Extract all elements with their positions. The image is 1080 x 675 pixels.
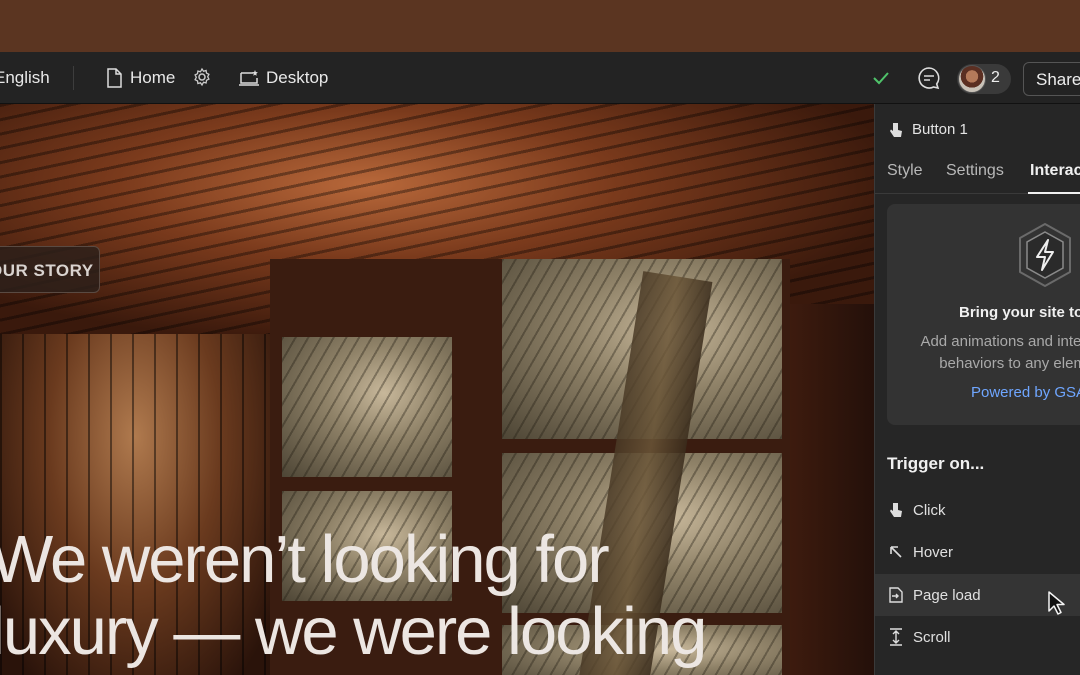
- trigger-hover[interactable]: Hover: [875, 531, 1080, 573]
- toolbar-divider: [73, 66, 74, 90]
- headline-line-1: We weren’t looking for: [0, 522, 610, 597]
- mouse-cursor-icon: [1047, 590, 1067, 616]
- page-settings-gear-icon[interactable]: [192, 67, 212, 87]
- window-pane: [282, 337, 452, 477]
- selected-element: Button 1: [889, 121, 968, 138]
- active-tab-indicator: [1028, 192, 1080, 194]
- panel-tabs: Style Settings Interactions: [875, 152, 1080, 194]
- wall-image-region-right: [790, 304, 874, 675]
- hero-headline[interactable]: We weren’t looking for luxury — we were …: [0, 522, 707, 669]
- trigger-heading: Trigger on...: [887, 454, 985, 473]
- tab-settings[interactable]: Settings: [946, 162, 1004, 180]
- trigger-scroll[interactable]: Scroll: [875, 616, 1080, 658]
- breakpoint-selector[interactable]: Desktop: [238, 66, 328, 90]
- arrow-up-left-icon: [890, 546, 902, 558]
- promo-description: Add animations and interactive behaviors…: [903, 331, 1080, 375]
- interactions-promo-card: Bring your site to life Add animations a…: [887, 204, 1080, 425]
- trigger-label: Hover: [913, 543, 954, 561]
- page-load-icon: [889, 587, 903, 603]
- selected-element-name: Button 1: [912, 121, 968, 138]
- share-button[interactable]: Share: [1023, 62, 1080, 96]
- tab-style[interactable]: Style: [887, 162, 923, 180]
- lightning-bolt-icon: [1015, 222, 1075, 288]
- trigger-label: Page load: [913, 586, 981, 604]
- page-selector[interactable]: Home: [106, 66, 175, 90]
- tab-interactions[interactable]: Interactions: [1030, 162, 1080, 180]
- trigger-label: Scroll: [913, 628, 951, 646]
- hand-pointer-icon: [890, 503, 902, 517]
- scroll-icon: [890, 628, 902, 646]
- promo-description-line-1: Add animations and interactive: [920, 333, 1080, 350]
- collaborator-count: 2: [991, 69, 1000, 86]
- saved-check-icon: [871, 68, 891, 88]
- breakpoint-name: Desktop: [266, 68, 329, 87]
- gsap-link[interactable]: Powered by GSAP: [971, 384, 1080, 401]
- design-canvas[interactable]: OUR STORY We weren’t looking for luxury …: [0, 104, 874, 675]
- avatar: [958, 65, 986, 93]
- headline-line-2: luxury — we were looking: [0, 594, 707, 669]
- promo-title: Bring your site to life: [959, 304, 1080, 321]
- designer-toolbar: English Home Desktop 2 Share: [0, 52, 1080, 104]
- trigger-label: Click: [913, 501, 946, 519]
- page-icon: [106, 68, 122, 88]
- window-top-strip: [0, 0, 1080, 52]
- promo-description-line-2: behaviors to any element: [939, 355, 1080, 372]
- our-story-button[interactable]: OUR STORY: [0, 246, 100, 293]
- comments-icon[interactable]: [917, 66, 941, 90]
- trigger-click[interactable]: Click: [875, 489, 1080, 531]
- hand-pointer-icon: [890, 122, 902, 137]
- collaborators[interactable]: 2: [957, 64, 1011, 94]
- desktop-icon: [238, 69, 260, 87]
- page-name: Home: [130, 68, 176, 87]
- language-selector[interactable]: English: [0, 68, 50, 88]
